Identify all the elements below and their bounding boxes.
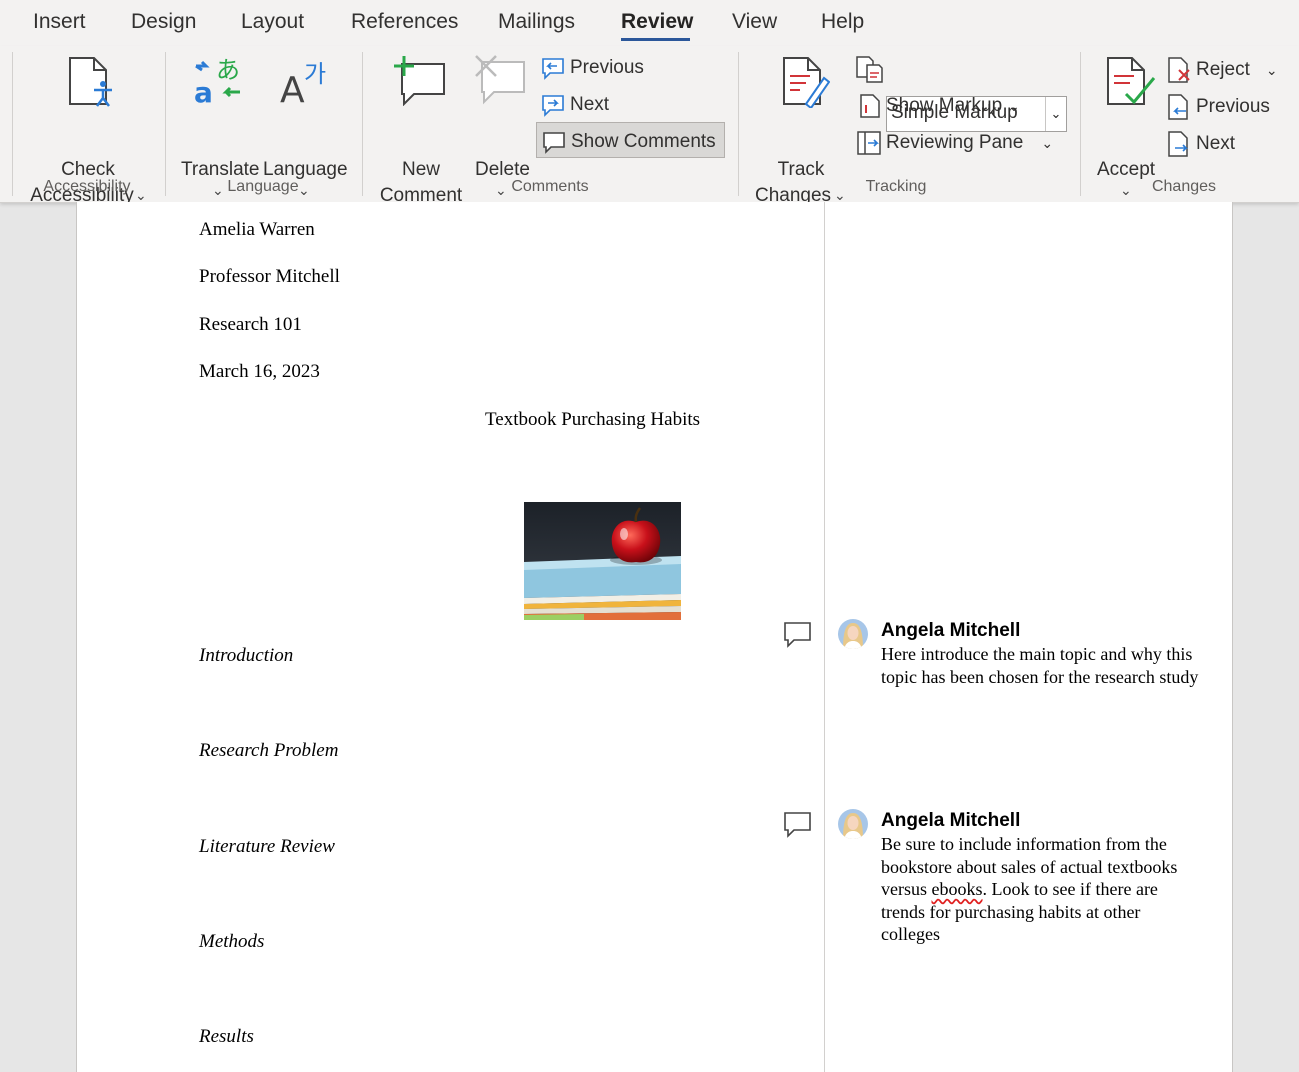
avatar <box>838 809 868 839</box>
track-changes-icon <box>783 57 830 108</box>
comment-anchor-icon[interactable] <box>783 621 813 649</box>
next-comment-button[interactable]: Next <box>540 92 609 118</box>
language-icon: A 가 <box>280 60 326 108</box>
chevron-down-icon: ⌄ <box>1041 134 1054 151</box>
reviewing-pane-icon <box>857 131 881 155</box>
next-change-icon <box>1168 131 1188 157</box>
next-comment-label: Next <box>570 94 610 115</box>
accept-icon <box>1107 57 1156 105</box>
tab-design[interactable]: Design <box>131 10 196 34</box>
svg-text:A: A <box>280 70 305 108</box>
svg-text:a: a <box>194 76 213 108</box>
tab-insert[interactable]: Insert <box>33 10 86 34</box>
textbooks-apple-picture <box>524 502 681 620</box>
tab-view[interactable]: View <box>732 10 777 34</box>
doc-author-name[interactable]: Amelia Warren <box>199 219 315 241</box>
show-comments-label: Show Comments <box>571 131 716 152</box>
comment-text: Be sure to include information from the … <box>881 833 1201 946</box>
textbooks-apple-image[interactable] <box>524 502 681 620</box>
tab-help[interactable]: Help <box>821 10 864 34</box>
reviewing-pane-label: Reviewing Pane <box>886 132 1024 153</box>
comment-card[interactable]: Angela Mitchell Here introduce the main … <box>838 619 1228 699</box>
group-separator <box>165 52 166 196</box>
comment-author: Angela Mitchell <box>881 810 1021 831</box>
next-comment-icon <box>542 95 564 117</box>
section-heading-results[interactable]: Results <box>199 1026 254 1048</box>
avatar <box>838 619 868 649</box>
tab-review[interactable]: Review <box>621 10 693 34</box>
chevron-down-icon[interactable]: ⌄ <box>1045 97 1066 131</box>
svg-text:가: 가 <box>304 60 326 88</box>
previous-comment-icon <box>542 58 564 80</box>
reject-icon <box>1168 57 1190 83</box>
tab-mailings[interactable]: Mailings <box>498 10 575 34</box>
group-label-accessibility: Accessibility <box>43 178 131 195</box>
section-heading-research-problem[interactable]: Research Problem <box>199 740 338 762</box>
previous-comment-label: Previous <box>570 57 644 78</box>
section-heading-introduction[interactable]: Introduction <box>199 645 293 667</box>
section-heading-literature-review[interactable]: Literature Review <box>199 836 335 858</box>
active-tab-indicator <box>621 38 690 41</box>
comment-text: Here introduce the main topic and why th… <box>881 644 1199 687</box>
doc-date[interactable]: March 16, 2023 <box>199 361 320 383</box>
show-markup-icon <box>860 94 880 118</box>
markup-area-divider <box>824 202 825 1072</box>
doc-title[interactable]: Textbook Purchasing Habits <box>485 409 700 431</box>
next-change-button[interactable]: Next <box>1166 130 1235 158</box>
doc-professor[interactable]: Professor Mitchell <box>199 266 340 288</box>
check-accessibility-icon <box>69 57 112 107</box>
translate-icon: あ a <box>194 56 240 108</box>
group-label-comments: Comments <box>511 178 589 195</box>
comment-card[interactable]: Angela Mitchell Be sure to include infor… <box>838 809 1228 949</box>
previous-comment-button[interactable]: Previous <box>540 55 644 81</box>
tab-references[interactable]: References <box>351 10 458 34</box>
reviewing-pane-button[interactable]: Reviewing Pane ⌄ <box>856 130 1053 156</box>
comment-author: Angela Mitchell <box>881 620 1021 641</box>
group-separator <box>738 52 739 196</box>
doc-course[interactable]: Research 101 <box>199 314 302 336</box>
chevron-down-icon: ⌄ <box>1008 97 1020 114</box>
previous-change-icon <box>1168 94 1188 120</box>
comment-anchor-icon[interactable] <box>783 811 813 839</box>
user-avatar-icon <box>838 809 868 839</box>
group-separator <box>1080 52 1081 196</box>
section-heading-methods[interactable]: Methods <box>199 931 264 953</box>
tab-layout[interactable]: Layout <box>241 10 304 34</box>
comment-icon <box>543 132 565 154</box>
ribbon: Check Accessibility ⌄ Accessibility あ a … <box>0 46 1299 239</box>
group-label-tracking: Tracking <box>865 178 927 195</box>
ribbon-tab-bar: Insert Design Layout References Mailings… <box>0 0 1299 46</box>
group-separator <box>362 52 363 196</box>
chevron-down-icon: ⌄ <box>1265 61 1278 78</box>
previous-change-button[interactable]: Previous <box>1166 93 1270 121</box>
group-label-changes: Changes <box>1151 178 1217 195</box>
display-for-review-icon <box>856 56 883 83</box>
new-comment-icon <box>394 56 445 106</box>
svg-text:あ: あ <box>216 56 240 84</box>
show-comments-content: Show Comments <box>541 129 716 155</box>
misspelled-word[interactable]: ebooks <box>932 879 983 899</box>
delete-comment-icon <box>475 55 525 105</box>
group-separator <box>12 52 13 196</box>
user-avatar-icon <box>838 619 868 649</box>
reject-button[interactable]: Reject ⌄ <box>1166 56 1278 84</box>
group-label-language: Language <box>227 178 299 195</box>
reject-label: Reject <box>1196 59 1250 80</box>
next-change-label: Next <box>1196 133 1236 154</box>
previous-change-label: Previous <box>1196 96 1270 117</box>
show-markup-button[interactable]: Show Markup ⌄ <box>858 93 1020 119</box>
show-markup-label: Show Markup <box>886 95 1003 116</box>
